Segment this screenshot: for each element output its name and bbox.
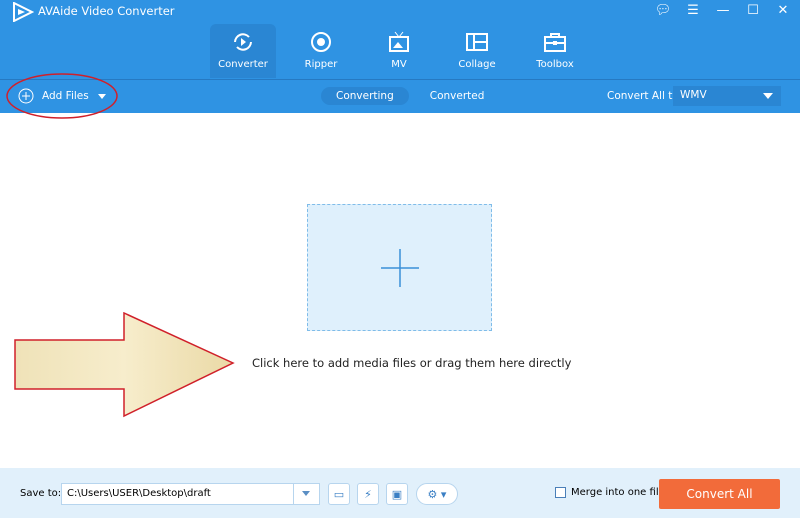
save-path-value: C:\Users\USER\Desktop\draft [67, 488, 211, 499]
convert-all-button[interactable]: Convert All [659, 479, 780, 509]
tab-label: Toolbox [536, 59, 574, 70]
toolbox-icon [544, 33, 566, 52]
tab-label: Ripper [304, 59, 338, 70]
app-logo-icon [13, 2, 34, 22]
chip-icon: ▣ [391, 487, 403, 501]
menu-icon[interactable]: ☰ [684, 2, 702, 18]
tab-mv[interactable]: MV [366, 24, 432, 78]
disc-icon [311, 32, 331, 52]
annotation-ellipse [6, 73, 118, 119]
tab-collage[interactable]: Collage [444, 24, 510, 78]
tab-ripper[interactable]: Ripper [288, 24, 354, 78]
folder-icon: ▭ [333, 487, 345, 501]
format-select[interactable]: WMV [673, 86, 781, 106]
merge-checkbox[interactable]: Merge into one file [555, 487, 665, 498]
save-to-label: Save to: [20, 488, 62, 499]
tab-toolbox[interactable]: Toolbox [522, 24, 588, 78]
tab-converting[interactable]: Converting [321, 87, 409, 105]
gear-icon: ⚙ ▾ [427, 487, 447, 501]
settings-button[interactable]: ⚙ ▾ [416, 483, 458, 505]
footer: Save to: C:\Users\USER\Desktop\draft ▭ ⚡… [0, 468, 800, 518]
app-title: AVAide Video Converter [38, 4, 175, 18]
tab-label: Converter [218, 59, 268, 70]
add-media-dropzone[interactable] [307, 204, 492, 331]
tab-label: MV [391, 59, 407, 70]
format-value: WMV [680, 89, 707, 101]
lightning-icon: ⚡︎ [364, 487, 372, 501]
save-path-select[interactable]: C:\Users\USER\Desktop\draft [61, 483, 320, 505]
merge-label: Merge into one file [571, 487, 665, 498]
toolbar: Add Files Converting Converted Convert A… [0, 79, 800, 113]
annotation-arrow-icon [14, 312, 235, 418]
maximize-icon[interactable]: ☐ [744, 2, 762, 18]
minimize-icon[interactable]: — [714, 2, 732, 18]
collage-icon [466, 33, 488, 51]
drop-hint-text[interactable]: Click here to add media files or drag th… [252, 356, 571, 370]
header: AVAide Video Converter 💬︎ ☰ — ☐ ✕ Conver… [0, 0, 800, 113]
plus-icon [381, 249, 419, 287]
chevron-down-icon [763, 93, 773, 99]
close-icon[interactable]: ✕ [774, 2, 792, 18]
hardware-acceleration-button[interactable]: ⚡︎ [357, 483, 379, 505]
converter-icon [234, 33, 252, 51]
checkbox[interactable] [555, 487, 566, 498]
gpu-acceleration-button[interactable]: ▣ [386, 483, 408, 505]
feedback-icon[interactable]: 💬︎ [654, 2, 672, 18]
tab-converter[interactable]: Converter [210, 24, 276, 78]
tv-icon [389, 31, 409, 52]
tab-label: Collage [458, 59, 496, 70]
convert-all-label: Convert All to: [607, 90, 683, 102]
chevron-down-icon[interactable] [293, 484, 319, 504]
tab-converted[interactable]: Converted [415, 87, 500, 105]
open-folder-button[interactable]: ▭ [328, 483, 350, 505]
